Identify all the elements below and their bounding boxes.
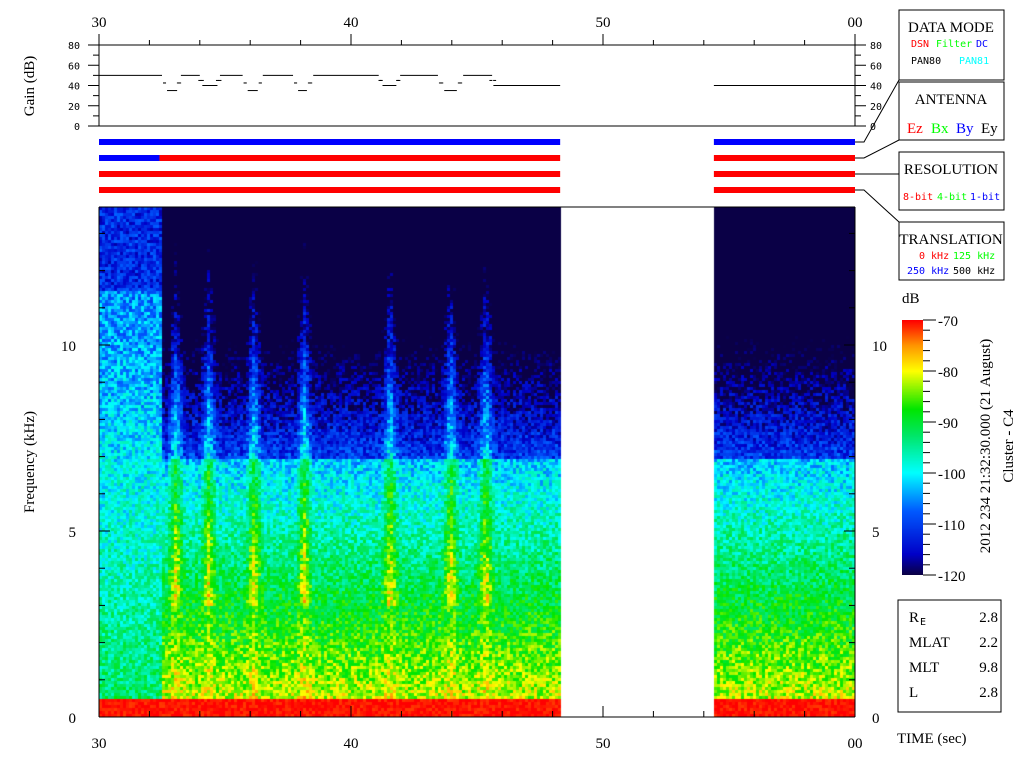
colorbar-tick-label: -80 [938,365,958,381]
gain-tick-label-right: 0 [870,122,876,133]
axes: 30304040505000000 020 2040 4060 6080 800 05 510… [61,15,887,752]
status-bar-antenna [713,155,855,161]
status-bar-resolution [99,171,561,177]
orbit-label: R [909,610,919,626]
legend-item: Filter [936,39,972,50]
legend-title: DATA MODE [908,20,994,36]
gain-tick-label-left: 0 [74,122,80,133]
colorbar-tick-label: -120 [938,569,966,585]
gain-tick-label-right: 60 [870,61,882,72]
status-bar-antenna [159,155,561,161]
frequency-axis-label: Frequency (kHz) [22,411,38,513]
orbit-value: 2.2 [979,635,998,651]
status-bar-data-mode [99,139,561,145]
gain-tick-label-left: 60 [68,61,80,72]
time-tick-label-bottom: 30 [92,736,107,752]
time-tick-label-top: 00 [848,15,863,31]
spectrogram-figure: 30 30 40 40 50 50 00 00 0 0 20 20 40 40 60 60 80 80 0 0 5 5 10… [0,0,1024,768]
legend-item: Ez [907,121,923,137]
freq-tick-label-right: 10 [872,339,887,355]
status-bar-resolution [713,171,855,177]
legend-item: DSN [911,39,929,50]
orbit-value: 9.8 [979,660,998,676]
gain-tick-label-left: 80 [68,41,80,52]
legend-item: Bx [931,121,949,137]
legend-connector [855,189,900,223]
legend-item: 0 kHz [919,251,949,262]
legend-item: 8-bit [903,192,933,203]
legend-item: DC [976,39,988,50]
freq-tick-label-right: 5 [872,525,880,541]
time-tick-label-top: 40 [344,15,359,31]
colorbar-tick-label: -90 [938,416,958,432]
legend-item: PAN80 [911,56,941,67]
gain-tick-label-left: 40 [68,82,80,93]
gain-axis-label: Gain (dB) [22,56,38,116]
orbit-value: 2.8 [979,610,998,626]
freq-tick-label-left: 0 [69,711,77,727]
orbit-label-subscript: E [920,617,926,628]
time-tick-label-bottom: 00 [848,736,863,752]
colorbar-label: dB [902,291,920,307]
legend-item: 250 kHz [907,266,949,277]
legend-connector [855,139,900,159]
legend-item: 1-bit [970,192,1000,203]
gain-tick-label-right: 40 [870,82,882,93]
colorbar-tick-label: -70 [938,314,958,330]
legend-item: 125 kHz [953,251,995,262]
status-bar-translation [99,187,561,193]
time-tick-label-bottom: 50 [596,736,611,752]
legend-item: By [956,121,974,137]
legend-title: TRANSLATION [899,232,1002,248]
orbit-info-box: R E 2.8 MLAT 2.2 MLT 9.8 L 2.8 [897,599,1002,713]
status-bar-antenna [99,155,160,161]
legend-item: 4-bit [937,192,967,203]
time-tick-label-top: 30 [92,15,107,31]
gain-tick-label-right: 20 [870,102,882,113]
orbit-label: L [909,685,918,701]
orbit-label: MLAT [909,635,950,651]
orbit-label: MLT [909,660,939,676]
gain-tick-label-left: 20 [68,102,80,113]
timestamp-label: 2012 234 21:32:30.000 (21 August) [978,339,994,554]
freq-tick-label-left: 5 [69,525,77,541]
legend-title: ANTENNA [915,92,988,108]
status-bar-data-mode [713,139,855,145]
legend-item: PAN81 [959,56,989,67]
plot-overlay: 30304040505000000 020 2040 4060 6080 800 05 510… [22,9,1017,752]
colorbar-tick-label: -110 [938,518,965,534]
legend-item: Ey [981,121,998,137]
time-tick-label-bottom: 40 [344,736,359,752]
legend-item: 500 kHz [953,266,995,277]
colorbar-tick-label: -100 [938,467,966,483]
freq-tick-label-right: 0 [872,711,880,727]
time-axis-label: TIME (sec) [897,731,967,747]
gain-tick-label-right: 80 [870,41,882,52]
status-bar-translation [713,187,855,193]
freq-tick-label-left: 10 [61,339,76,355]
time-tick-label-top: 50 [596,15,611,31]
legend-title: RESOLUTION [904,162,998,178]
orbit-value: 2.8 [979,685,998,701]
spacecraft-label: Cluster - C4 [1001,409,1017,483]
